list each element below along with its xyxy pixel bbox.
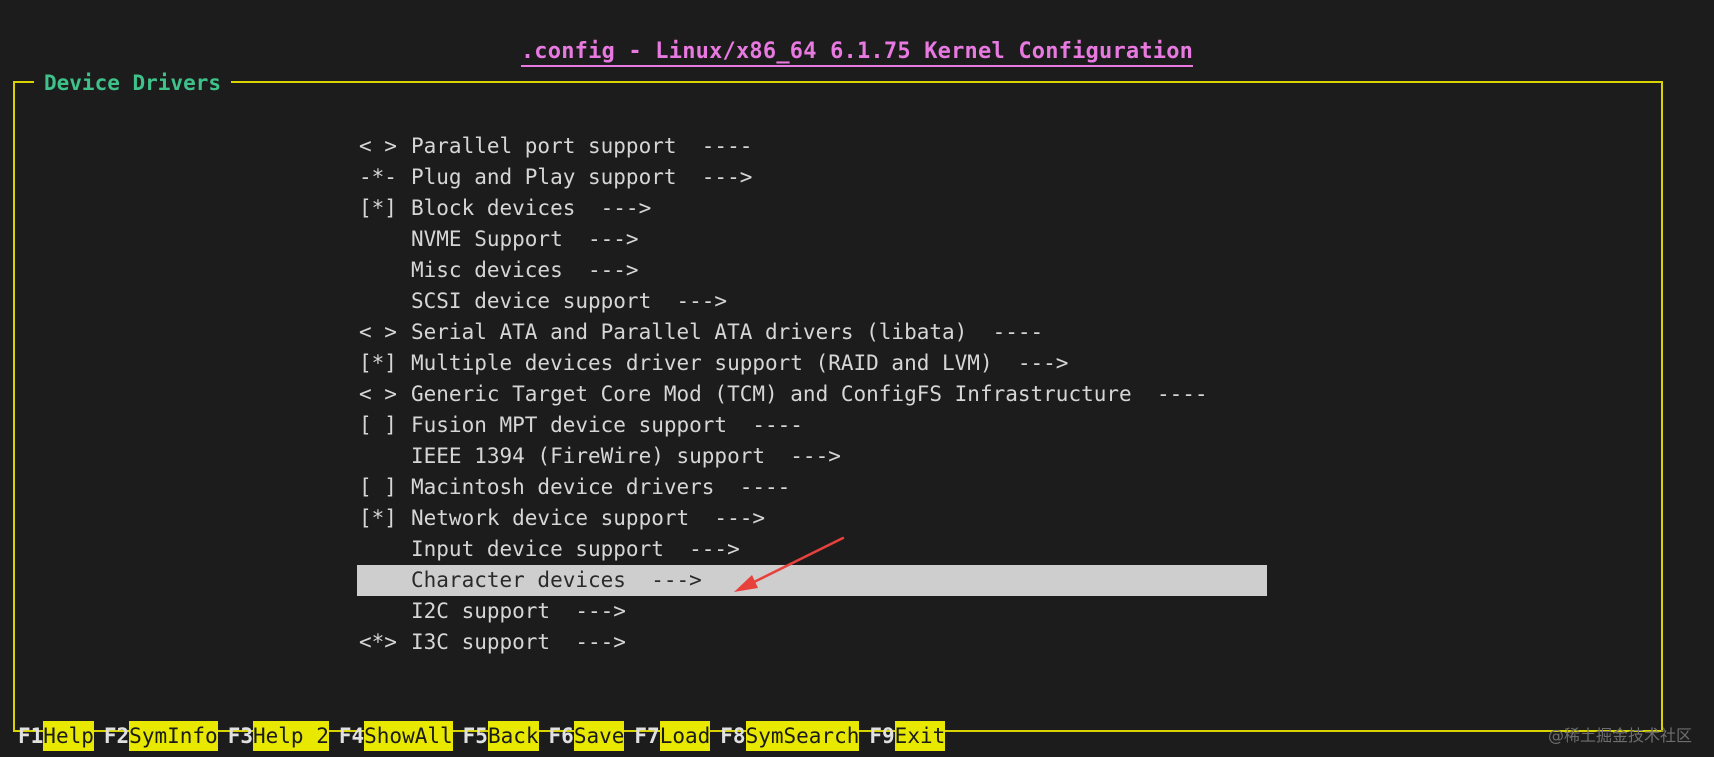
menu-item-label: Serial ATA and Parallel ATA drivers (lib… xyxy=(411,320,1044,344)
fkey-name: F8 xyxy=(720,724,746,748)
fkey-label: Exit xyxy=(894,721,946,751)
menu-item-label: Network device support ---> xyxy=(411,506,766,530)
menu-item-marker xyxy=(359,255,411,286)
menu-item-marker xyxy=(359,565,411,596)
menu-item-label: Misc devices ---> xyxy=(411,258,639,282)
menu-item-marker: [ ] xyxy=(359,413,397,437)
menu-item-fusion-mpt[interactable]: [ ] Fusion MPT device support ---- xyxy=(357,410,1267,441)
menu-item-serial-ata[interactable]: < > Serial ATA and Parallel ATA drivers (… xyxy=(357,317,1267,348)
f9-exit-key[interactable]: F9 Exit xyxy=(869,721,946,751)
menu-item-misc-devices[interactable]: Misc devices ---> xyxy=(357,255,1267,286)
menu-item-marker xyxy=(359,286,411,317)
menu-item-multiple-devices[interactable]: [*] Multiple devices driver support (RAID… xyxy=(357,348,1267,379)
fkey-name: F2 xyxy=(103,724,130,748)
menu-item-marker xyxy=(359,441,411,472)
menu-item-network-device[interactable]: [*] Network device support ---> xyxy=(357,503,1267,534)
f7-load-key[interactable]: F7 Load xyxy=(634,721,720,751)
red-arrow-icon xyxy=(734,536,845,592)
function-key-bar: F1 Help F2 SymInfo F3 Help 2 F4 ShowAll F5 Ba… xyxy=(18,721,946,751)
fkey-name: F3 xyxy=(227,724,253,748)
f8-symsearch-key[interactable]: F8 SymSearch xyxy=(720,721,869,751)
menu-item-marker: [ ] xyxy=(359,475,397,499)
fkey-label: SymSearch xyxy=(745,721,860,751)
f2-syminfo-key[interactable]: F2 SymInfo xyxy=(104,721,228,751)
menu-item-label: IEEE 1394 (FireWire) support ---> xyxy=(411,444,841,468)
fkey-label: ShowAll xyxy=(364,721,453,751)
menu-item-label: SCSI device support ---> xyxy=(411,289,728,313)
menu-item-i2c-support[interactable]: I2C support ---> xyxy=(357,596,1267,627)
menu-item-label: Macintosh device drivers ---- xyxy=(411,475,791,499)
menu-item-parallel-port[interactable]: < > Parallel port support ---- xyxy=(357,131,1267,162)
menu-item-marker: -*- xyxy=(359,165,397,189)
menu-item-nvme-support[interactable]: NVME Support ---> xyxy=(357,224,1267,255)
menu-item-i3c-support[interactable]: <*> I3C support ---> xyxy=(357,627,1267,658)
fkey-label: Load xyxy=(659,721,711,751)
menu-item-scsi-device-support[interactable]: SCSI device support ---> xyxy=(357,286,1267,317)
fkey-label: Back xyxy=(487,721,539,751)
f3-help2-key[interactable]: F3 Help 2 xyxy=(228,721,339,751)
window-title-text: .config - Linux/x86_64 6.1.75 Kernel Con… xyxy=(520,39,1194,67)
menu-item-marker: [*] xyxy=(359,506,397,530)
menu-item-macintosh-drivers[interactable]: [ ] Macintosh device drivers ---- xyxy=(357,472,1267,503)
fkey-label: Save xyxy=(573,721,625,751)
menu-item-label: I3C support ---> xyxy=(411,630,626,654)
menu-item-label: Block devices ---> xyxy=(411,196,652,220)
fkey-name: F4 xyxy=(338,724,365,748)
fkey-name: F9 xyxy=(869,724,895,748)
menu-item-marker: <*> xyxy=(359,630,397,654)
menu-item-block-devices[interactable]: [*] Block devices ---> xyxy=(357,193,1267,224)
menu-item-generic-target-core[interactable]: < > Generic Target Core Mod (TCM) and Con… xyxy=(357,379,1267,410)
fkey-name: F6 xyxy=(548,724,574,748)
menu-item-marker xyxy=(359,596,411,627)
fkey-name: F1 xyxy=(18,724,44,748)
menu-item-plug-and-play[interactable]: -*- Plug and Play support ---> xyxy=(357,162,1267,193)
menu-item-label: NVME Support ---> xyxy=(411,227,639,251)
f4-showall-key[interactable]: F4 ShowAll xyxy=(339,721,463,751)
menu-item-ieee-1394[interactable]: IEEE 1394 (FireWire) support ---> xyxy=(357,441,1267,472)
menu-item-marker: < > xyxy=(359,320,397,344)
menu-title: Device Drivers xyxy=(34,70,232,96)
f5-back-key[interactable]: F5 Back xyxy=(463,721,549,751)
menu-item-marker: [*] xyxy=(359,196,397,220)
menu-item-label: I2C support ---> xyxy=(411,599,626,623)
menu-item-marker: < > xyxy=(359,134,397,158)
window-title: .config - Linux/x86_64 6.1.75 Kernel Con… xyxy=(0,38,1714,67)
menu-item-label: Multiple devices driver support (RAID an… xyxy=(411,351,1069,375)
menu-item-label: Input device support ---> xyxy=(411,537,740,561)
menu-item-label: Character devices ---> xyxy=(411,568,702,592)
menu-item-marker xyxy=(359,224,411,255)
menu-item-label: Fusion MPT device support ---- xyxy=(411,413,803,437)
fkey-label: Help 2 xyxy=(252,721,329,751)
menu-item-label: Parallel port support ---- xyxy=(411,134,753,158)
fkey-label: Help xyxy=(43,721,94,751)
menu-item-marker: < > xyxy=(359,382,397,406)
fkey-label: SymInfo xyxy=(129,721,218,751)
menu-item-marker: [*] xyxy=(359,351,397,375)
fkey-name: F7 xyxy=(634,724,660,748)
menu-item-label: Generic Target Core Mod (TCM) and Config… xyxy=(411,382,1208,406)
menu-item-marker xyxy=(359,534,411,565)
f6-save-key[interactable]: F6 Save xyxy=(549,721,635,751)
f1-help-key[interactable]: F1 Help xyxy=(18,721,104,751)
fkey-name: F5 xyxy=(462,724,488,748)
menu-item-label: Plug and Play support ---> xyxy=(411,165,753,189)
watermark: @稀土掘金技术社区 xyxy=(1547,726,1692,745)
